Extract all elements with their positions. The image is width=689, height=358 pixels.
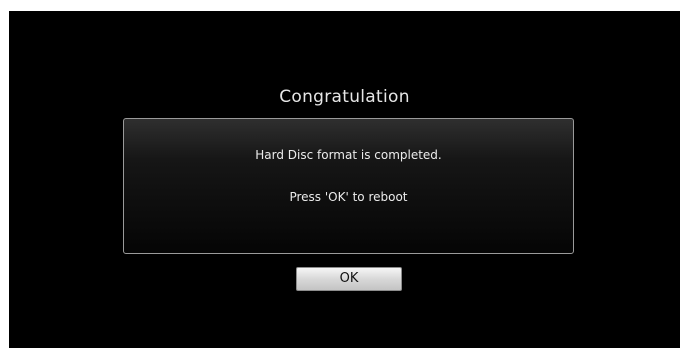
tv-screen: Congratulation Hard Disc format is compl… xyxy=(9,11,680,348)
reboot-instruction: Press 'OK' to reboot xyxy=(289,190,408,204)
format-complete-message: Hard Disc format is completed. xyxy=(255,148,442,162)
dialog-title: Congratulation xyxy=(279,87,410,107)
message-box: Hard Disc format is completed. Press 'OK… xyxy=(123,118,574,254)
ok-button[interactable]: OK xyxy=(296,267,402,291)
